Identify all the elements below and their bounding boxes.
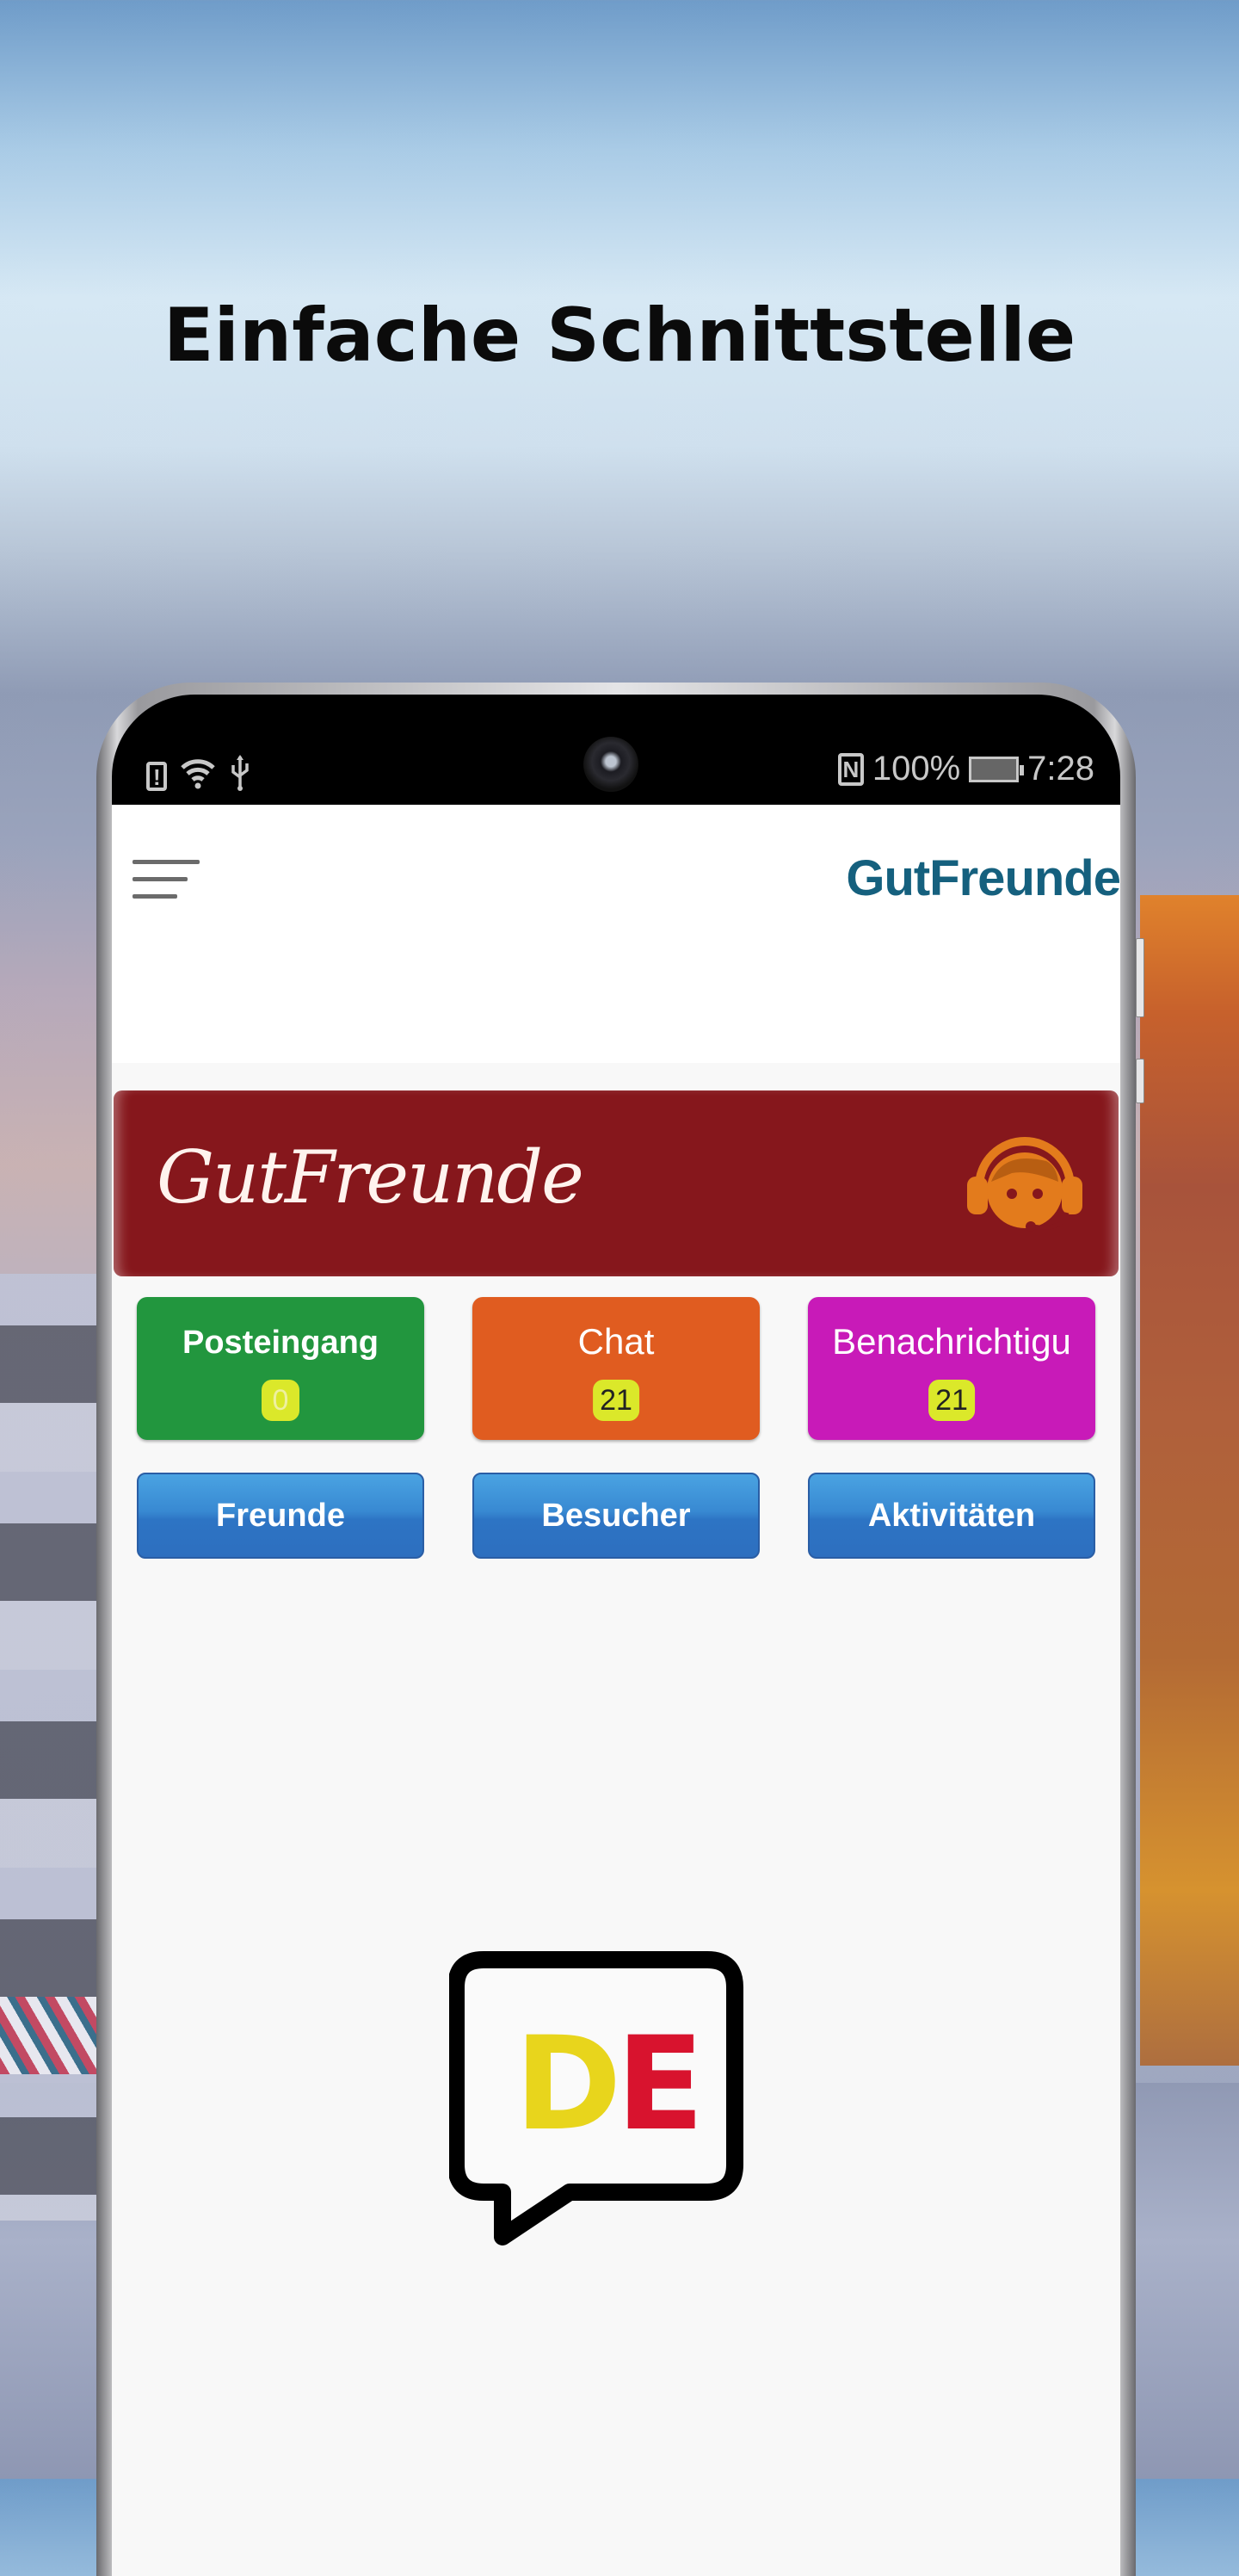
app-screen: GutFreunde GutFreunde Posteingang 0 Chat… (112, 805, 1120, 2576)
banner-logo: GutFreunde (157, 1135, 584, 1220)
wifi-icon (179, 756, 217, 797)
nav-buttons: Freunde Besucher Aktivitäten (137, 1473, 1095, 1559)
brand-banner: GutFreunde (114, 1090, 1119, 1276)
app-header: GutFreunde (112, 805, 1120, 1063)
summary-tiles: Posteingang 0 Chat 21 Benachrichtigu 21 (137, 1297, 1095, 1440)
battery-charging-icon (969, 756, 1025, 782)
phone-power-button (1136, 1059, 1144, 1103)
aktivitaeten-button[interactable]: Aktivitäten (808, 1473, 1095, 1559)
sim-alert-icon (146, 760, 167, 794)
besucher-button[interactable]: Besucher (472, 1473, 760, 1559)
tile-benachrichtigungen[interactable]: Benachrichtigu 21 (808, 1297, 1095, 1440)
phone-volume-button (1136, 938, 1144, 1017)
background-gate (1140, 895, 1239, 2066)
background-building (0, 1274, 96, 2221)
phone-display: N 100% 7:28 GutFreunde GutFreunde (112, 695, 1120, 2576)
clock-time: 7:28 (1027, 750, 1094, 788)
status-right-icons: N 100% 7:28 (837, 750, 1094, 788)
tile-label: Posteingang (182, 1325, 379, 1361)
nfc-icon: N (837, 752, 864, 786)
tile-label: Benachrichtigu (832, 1321, 1071, 1362)
support-headset-icon[interactable] (960, 1116, 1089, 1245)
count-badge: 21 (928, 1380, 975, 1421)
de-language-logo: D E (449, 1951, 743, 2246)
de-letter-d: D (515, 2010, 622, 2159)
header-logo[interactable]: GutFreunde (846, 849, 1120, 907)
count-badge: 0 (262, 1380, 299, 1421)
front-camera (583, 737, 638, 792)
tile-label: Chat (577, 1321, 655, 1362)
status-left-icons (146, 755, 251, 798)
status-bar: N 100% 7:28 (112, 695, 1120, 805)
tile-chat[interactable]: Chat 21 (472, 1297, 760, 1440)
phone-frame: N 100% 7:28 GutFreunde GutFreunde (96, 683, 1136, 2576)
background-railing (0, 1997, 96, 2074)
usb-icon (229, 755, 251, 798)
battery-percent: 100% (872, 750, 961, 788)
tile-posteingang[interactable]: Posteingang 0 (137, 1297, 424, 1440)
de-letter-e: E (616, 2010, 704, 2159)
freunde-button[interactable]: Freunde (137, 1473, 424, 1559)
promo-title: Einfache Schnittstelle (163, 293, 1076, 379)
count-badge: 21 (593, 1380, 639, 1421)
hamburger-menu-icon[interactable] (133, 860, 200, 903)
